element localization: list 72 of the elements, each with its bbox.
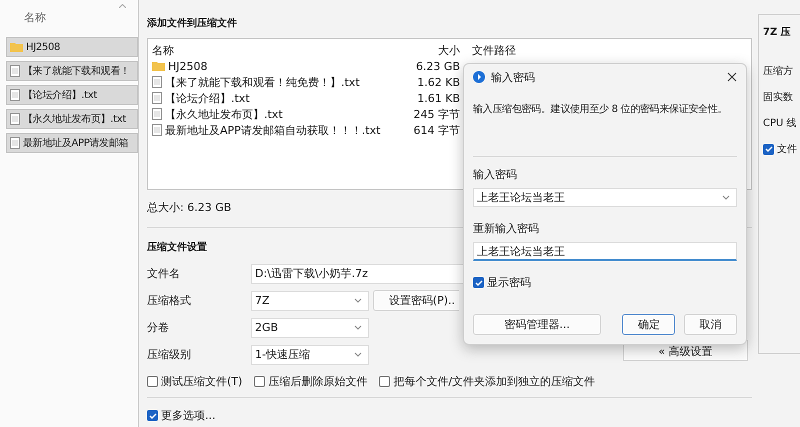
close-icon[interactable]	[727, 72, 737, 82]
dropdown[interactable]: 1-快速压缩	[251, 344, 369, 364]
set-password-button[interactable]: 设置密码(P)..	[373, 290, 459, 311]
file-item[interactable]: 【论坛介绍】.txt	[6, 85, 138, 105]
app-icon	[473, 71, 485, 83]
checkbox[interactable]	[147, 376, 158, 387]
chevron-down-icon	[354, 325, 362, 330]
field-label: 分卷	[147, 320, 170, 335]
file-size: 245 字节	[412, 106, 461, 122]
checkbox[interactable]	[254, 376, 266, 387]
file-name[interactable]: HJ2508	[152, 60, 392, 72]
field-label: 输入密码	[473, 167, 518, 182]
dropdown[interactable]: 7Z	[251, 290, 369, 310]
checkbox-label: 测试压缩文件(T)	[161, 374, 242, 389]
checkbox[interactable]	[763, 144, 774, 154]
file-icon	[10, 113, 20, 125]
field-label: 重新输入密码	[473, 221, 540, 236]
file-icon	[152, 76, 162, 88]
panel-title: 7Z 压	[763, 26, 791, 39]
file-name[interactable]: 【来了就能下载和观看！纯免费！】.txt	[152, 74, 392, 90]
file-size: 1.62 KB	[416, 76, 461, 88]
checkbox-label: 文件	[777, 142, 797, 156]
file-item[interactable]: 【来了就能下载和观看！	[6, 61, 138, 81]
file-icon	[152, 108, 162, 120]
file-size: 6.23 GB	[414, 60, 461, 72]
file-item[interactable]: HJ2508	[6, 37, 138, 57]
file-name[interactable]: 【永久地址发布页】.txt	[152, 106, 392, 122]
file-icon	[10, 65, 20, 77]
file-size: 614 字节	[412, 122, 461, 138]
checkbox-label: 显示密码	[487, 275, 531, 290]
password-field[interactable]: 上老王论坛当老王	[473, 188, 737, 207]
section-title: 压缩文件设置	[147, 240, 207, 254]
file-name[interactable]: 【论坛介绍】.txt	[152, 90, 392, 106]
file-icon	[152, 124, 162, 136]
dialog-message: 输入压缩包密码。建议使用至少 8 位的密码来保证安全性。	[473, 102, 728, 116]
field-label: 压缩格式	[147, 293, 192, 308]
file-icon	[10, 137, 20, 149]
column-header[interactable]: 大小	[392, 42, 466, 58]
column-header[interactable]: 名称	[152, 42, 392, 58]
file-size: 1.61 KB	[416, 92, 461, 104]
dialog-button[interactable]: 取消	[684, 314, 738, 335]
chevron-down-icon	[354, 352, 362, 357]
checkbox[interactable]	[473, 277, 484, 288]
folder-icon	[152, 61, 165, 71]
section-title: 添加文件到压缩文件	[147, 16, 237, 30]
file-icon	[152, 92, 162, 104]
file-item[interactable]: 【永久地址发布页】.txt	[6, 109, 138, 129]
column-header[interactable]: 名称	[24, 10, 46, 25]
file-item[interactable]: 最新地址及APP请发邮箱	[6, 133, 138, 153]
column-header[interactable]: 文件路径	[466, 42, 751, 58]
checkbox-label: 把每个文件/文件夹添加到独立的压缩文件	[393, 374, 596, 389]
checkbox-label: 更多选项...	[161, 408, 216, 423]
field-label: 文件名	[147, 266, 181, 281]
field-label: 压缩级别	[147, 347, 192, 362]
dropdown[interactable]: 2GB	[251, 318, 369, 338]
sort-caret-icon	[119, 4, 126, 8]
dialog-button[interactable]: 密码管理器...	[473, 314, 602, 335]
option-label: CPU 线	[763, 116, 797, 130]
file-icon	[10, 89, 20, 101]
dialog-button[interactable]: 确定	[622, 314, 676, 335]
checkbox[interactable]	[147, 410, 158, 421]
total-size: 总大小: 6.23 GB	[147, 200, 232, 215]
file-name[interactable]: 最新地址及APP请发邮箱自动获取！！！.txt	[152, 122, 392, 138]
confirm-password-field[interactable]: 上老王论坛当老王	[473, 242, 737, 261]
chevron-down-icon	[354, 298, 362, 303]
checkbox[interactable]	[379, 376, 390, 387]
checkbox-label: 压缩后删除原始文件	[268, 374, 368, 389]
chevron-down-icon	[722, 195, 730, 200]
option-label: 压缩方	[763, 64, 793, 78]
dialog-title: 输入密码	[491, 70, 536, 84]
option-label: 固实数	[763, 90, 793, 104]
folder-icon	[10, 42, 23, 52]
